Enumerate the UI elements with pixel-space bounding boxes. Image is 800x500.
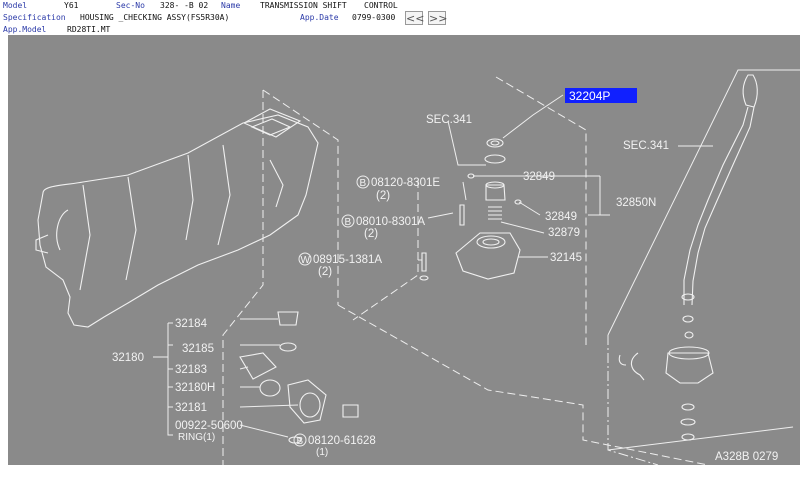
label-00922-50600[interactable]: 00922-50600 xyxy=(175,420,243,432)
label-sec341-right[interactable]: SEC.341 xyxy=(623,140,669,152)
label-32180h[interactable]: 32180H xyxy=(175,382,215,394)
highlighted-part-number[interactable]: 32204P xyxy=(569,89,610,103)
label-32181[interactable]: 32181 xyxy=(175,402,207,414)
name-label: Name xyxy=(221,1,241,10)
bolt2-prefix: B xyxy=(345,217,352,228)
appdate-value: 0799-0300 xyxy=(352,13,396,22)
model-label: Model xyxy=(3,1,28,10)
washer-prefix: W xyxy=(301,255,311,266)
parts-diagram: 32204P SEC.341 SEC.341 32849 32850N 3284… xyxy=(8,35,800,465)
prev-page-button[interactable]: << xyxy=(405,11,424,25)
label-32849-a[interactable]: 32849 xyxy=(523,171,555,183)
label-bolt-08010-8301a[interactable]: 08010-8301A xyxy=(356,216,425,228)
bolt3-prefix: B xyxy=(297,436,304,447)
spec-label: Specification xyxy=(3,13,66,22)
shift-lever xyxy=(618,74,758,441)
spec-value: HOUSING _CHECKING ASSY(FS5R30A) xyxy=(80,13,230,22)
appdate-label: App.Date xyxy=(300,13,339,22)
label-32849-b[interactable]: 32849 xyxy=(545,211,577,223)
label-ring: RING(1) xyxy=(178,432,215,443)
label-32850n[interactable]: 32850N xyxy=(616,197,656,209)
label-32185[interactable]: 32185 xyxy=(182,343,214,355)
secno-value: 328- -B 02 xyxy=(160,1,209,10)
label-32879[interactable]: 32879 xyxy=(548,227,580,239)
header-row-model: Model Y61 Sec-No 328- -B 02 Name TRANSMI… xyxy=(0,0,800,12)
header-row-spec: Specification HOUSING _CHECKING ASSY(FS5… xyxy=(0,12,800,24)
shift-box-bottom xyxy=(607,426,794,451)
ref-line-left xyxy=(222,90,264,465)
model-value: Y61 xyxy=(64,1,79,10)
diagram-reference-code: A328B 0279 xyxy=(715,451,778,463)
label-sec341-center[interactable]: SEC.341 xyxy=(426,114,472,126)
label-bolt-08120-8301e[interactable]: 08120-8301E xyxy=(371,177,440,189)
ref-line-bottom xyxy=(337,304,709,465)
header-panel: Model Y61 Sec-No 328- -B 02 Name TRANSMI… xyxy=(0,0,800,36)
label-washer-08915-1381a[interactable]: 08915-1381A xyxy=(313,254,382,266)
name-value: TRANSMISSION SHIFT xyxy=(260,1,347,10)
label-32145[interactable]: 32145 xyxy=(550,252,582,264)
label-bolt1-qty: (2) xyxy=(376,190,390,202)
next-page-button[interactable]: >> xyxy=(428,11,447,25)
label-bolt3-qty: (1) xyxy=(316,447,328,458)
label-washer-qty: (2) xyxy=(318,266,332,278)
ref-line-box xyxy=(607,335,659,465)
checking-housing-parts xyxy=(419,138,522,281)
label-32184[interactable]: 32184 xyxy=(175,318,208,330)
label-bolt-08120-61628[interactable]: 08120-61628 xyxy=(308,435,376,447)
label-32180[interactable]: 32180 xyxy=(112,352,144,364)
secno-label: Sec-No xyxy=(116,1,145,10)
name-value-2: CONTROL xyxy=(364,1,398,10)
label-32183[interactable]: 32183 xyxy=(175,364,207,376)
label-bolt2-qty: (2) xyxy=(364,228,378,240)
lower-parts xyxy=(239,311,359,444)
bolt1-prefix: B xyxy=(360,178,367,189)
transmission-case xyxy=(35,108,319,328)
diagram-svg: 32204P SEC.341 SEC.341 32849 32850N 3284… xyxy=(35,69,800,465)
